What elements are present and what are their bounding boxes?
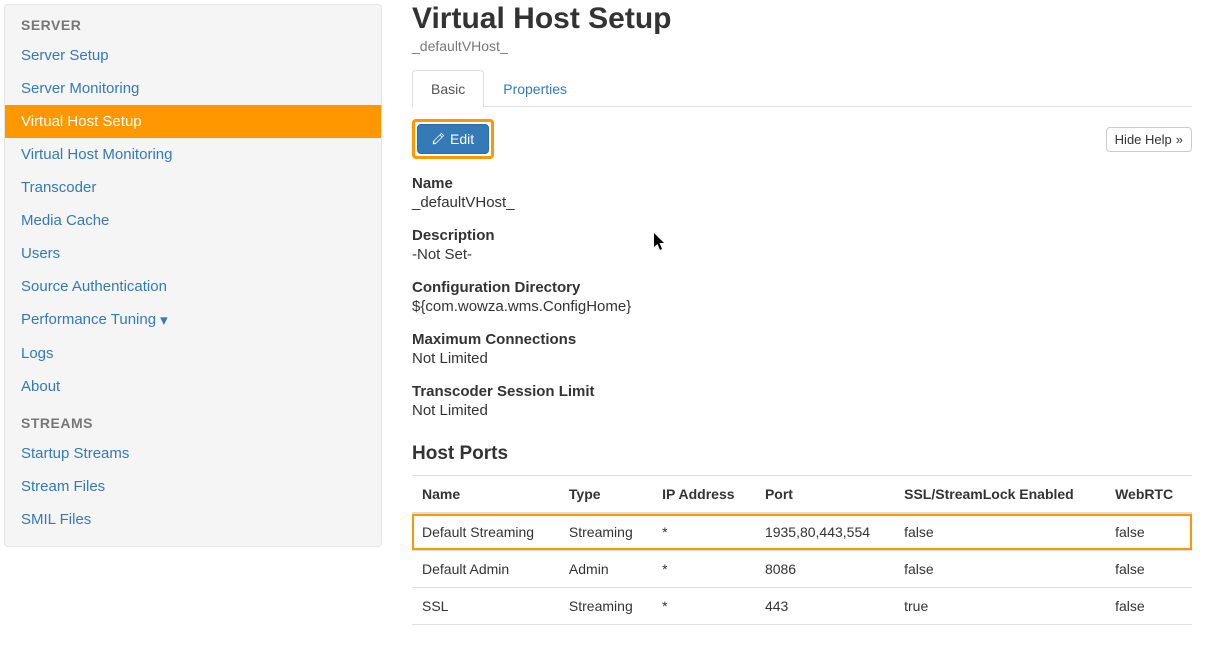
table-cell: false bbox=[1105, 513, 1192, 551]
host-ports-table: NameTypeIP AddressPortSSL/StreamLock Ena… bbox=[412, 475, 1192, 625]
table-header-row: NameTypeIP AddressPortSSL/StreamLock Ena… bbox=[412, 476, 1192, 514]
table-cell: Default Streaming bbox=[412, 513, 559, 551]
table-cell: Streaming bbox=[559, 513, 652, 551]
table-cell: * bbox=[652, 513, 755, 551]
tab-basic[interactable]: Basic bbox=[412, 70, 484, 107]
edit-button-label: Edit bbox=[450, 131, 474, 147]
table-header-cell: Port bbox=[755, 476, 894, 514]
table-header-cell: WebRTC bbox=[1105, 476, 1192, 514]
sidebar-item-server-setup[interactable]: Server Setup bbox=[5, 39, 381, 72]
field-label: Description bbox=[412, 227, 1192, 244]
hide-help-button[interactable]: Hide Help » bbox=[1106, 127, 1192, 152]
table-row[interactable]: SSLStreaming*443truefalse bbox=[412, 588, 1192, 625]
field-value: Not Limited bbox=[412, 402, 1192, 419]
edit-button[interactable]: Edit bbox=[417, 124, 489, 154]
sidebar-item-virtual-host-monitoring[interactable]: Virtual Host Monitoring bbox=[5, 138, 381, 171]
sidebar-item-label: Logs bbox=[21, 345, 54, 362]
main-content: Virtual Host Setup _defaultVHost_ BasicP… bbox=[382, 0, 1208, 672]
sidebar-item-startup-streams[interactable]: Startup Streams bbox=[5, 437, 381, 470]
hide-help-label: Hide Help bbox=[1115, 132, 1172, 147]
caret-down-icon: ▾ bbox=[160, 312, 168, 329]
sidebar-section-header: SERVER bbox=[5, 5, 381, 39]
pencil-icon bbox=[432, 133, 444, 145]
table-cell: false bbox=[1105, 588, 1192, 625]
sidebar-item-label: SMIL Files bbox=[21, 511, 91, 528]
sidebar: SERVER Server Setup Server Monitoring Virtu… bbox=[4, 4, 382, 547]
table-header-cell: Type bbox=[559, 476, 652, 514]
sidebar-item-label: About bbox=[21, 378, 60, 395]
table-cell: true bbox=[894, 588, 1105, 625]
sidebar-item-stream-files[interactable]: Stream Files bbox=[5, 470, 381, 503]
action-row: Edit Hide Help » bbox=[412, 119, 1192, 159]
table-cell: * bbox=[652, 551, 755, 588]
sidebar-item-virtual-host-setup[interactable]: Virtual Host Setup bbox=[5, 105, 381, 138]
sidebar-item-label: Media Cache bbox=[21, 212, 109, 229]
table-row[interactable]: Default StreamingStreaming*1935,80,443,5… bbox=[412, 513, 1192, 551]
field: Configuration Directory ${com.wowza.wms.C… bbox=[412, 279, 1192, 315]
field-value: ${com.wowza.wms.ConfigHome} bbox=[412, 298, 1192, 315]
field: Name _defaultVHost_ bbox=[412, 175, 1192, 211]
sidebar-item-label: Virtual Host Monitoring bbox=[21, 146, 172, 163]
field-value: -Not Set- bbox=[412, 246, 1192, 263]
sidebar-item-label: Transcoder bbox=[21, 179, 96, 196]
field-label: Transcoder Session Limit bbox=[412, 383, 1192, 400]
tab-properties[interactable]: Properties bbox=[484, 70, 586, 107]
table-cell: false bbox=[894, 513, 1105, 551]
field: Description -Not Set- bbox=[412, 227, 1192, 263]
sidebar-item-label: Virtual Host Setup bbox=[21, 113, 142, 130]
table-header-cell: SSL/StreamLock Enabled bbox=[894, 476, 1105, 514]
table-header-cell: IP Address bbox=[652, 476, 755, 514]
tabs: BasicProperties bbox=[412, 70, 1192, 107]
sidebar-item-label: Server Setup bbox=[21, 47, 109, 64]
table-cell: 1935,80,443,554 bbox=[755, 513, 894, 551]
sidebar-item-transcoder[interactable]: Transcoder bbox=[5, 171, 381, 204]
field-value: Not Limited bbox=[412, 350, 1192, 367]
table-cell: Default Admin bbox=[412, 551, 559, 588]
field-label: Maximum Connections bbox=[412, 331, 1192, 348]
table-cell: Streaming bbox=[559, 588, 652, 625]
sidebar-item-label: Server Monitoring bbox=[21, 80, 139, 97]
sidebar-item-server-monitoring[interactable]: Server Monitoring bbox=[5, 72, 381, 105]
table-cell: * bbox=[652, 588, 755, 625]
sidebar-item-label: Stream Files bbox=[21, 478, 105, 495]
sidebar-section-header: STREAMS bbox=[5, 403, 381, 437]
sidebar-item-smil-files[interactable]: SMIL Files bbox=[5, 503, 381, 536]
table-cell: 8086 bbox=[755, 551, 894, 588]
host-ports-title: Host Ports bbox=[412, 443, 1192, 465]
field-label: Configuration Directory bbox=[412, 279, 1192, 296]
field-label: Name bbox=[412, 175, 1192, 192]
field-value: _defaultVHost_ bbox=[412, 194, 1192, 211]
sidebar-item-about[interactable]: About bbox=[5, 370, 381, 403]
sidebar-item-label: Startup Streams bbox=[21, 445, 129, 462]
table-row[interactable]: Default AdminAdmin*8086falsefalse bbox=[412, 551, 1192, 588]
sidebar-item-label: Source Authentication bbox=[21, 278, 167, 295]
sidebar-item-source-authentication[interactable]: Source Authentication bbox=[5, 270, 381, 303]
chevron-right-icon: » bbox=[1176, 132, 1183, 147]
sidebar-item-label: Performance Tuning bbox=[21, 311, 156, 328]
table-header-cell: Name bbox=[412, 476, 559, 514]
table-cell: false bbox=[1105, 551, 1192, 588]
edit-highlight: Edit bbox=[412, 119, 494, 159]
sidebar-item-media-cache[interactable]: Media Cache bbox=[5, 204, 381, 237]
table-cell: SSL bbox=[412, 588, 559, 625]
table-cell: Admin bbox=[559, 551, 652, 588]
sidebar-item-users[interactable]: Users bbox=[5, 237, 381, 270]
sidebar-item-performance-tuning[interactable]: Performance Tuning▾ bbox=[5, 303, 381, 337]
table-cell: 443 bbox=[755, 588, 894, 625]
sidebar-item-label: Users bbox=[21, 245, 60, 262]
fields-list: Name _defaultVHost_ Description -Not Set- Co… bbox=[412, 175, 1192, 419]
field: Maximum Connections Not Limited bbox=[412, 331, 1192, 367]
page-title: Virtual Host Setup bbox=[412, 2, 1192, 36]
page-subtitle: _defaultVHost_ bbox=[412, 38, 1192, 54]
sidebar-item-logs[interactable]: Logs bbox=[5, 337, 381, 370]
table-cell: false bbox=[894, 551, 1105, 588]
field: Transcoder Session Limit Not Limited bbox=[412, 383, 1192, 419]
